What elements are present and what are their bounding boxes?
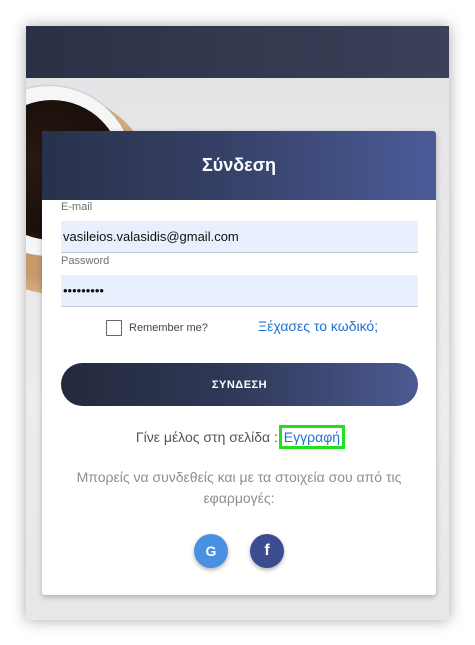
card-header: Σύνδεση xyxy=(42,131,436,200)
signup-link[interactable]: Εγγραφή xyxy=(278,425,346,449)
remember-label: Remember me? xyxy=(129,322,208,334)
google-icon: G xyxy=(205,543,217,559)
top-bar xyxy=(26,26,449,78)
facebook-icon: f xyxy=(264,542,270,559)
email-field[interactable] xyxy=(61,221,418,253)
card-title: Σύνδεση xyxy=(201,155,277,175)
google-login-button[interactable]: G xyxy=(194,534,228,568)
signup-text: Γίνε μέλος στη σελίδα : xyxy=(135,429,282,445)
password-field[interactable] xyxy=(61,275,418,307)
password-label: Password xyxy=(61,255,110,267)
signup-prompt: Γίνε μέλος στη σελίδα : Εγγραφή xyxy=(42,425,436,449)
login-button[interactable]: ΣΥΝΔΕΣΗ xyxy=(61,363,418,406)
remember-me[interactable]: Remember me? xyxy=(106,320,208,336)
login-card: Σύνδεση E-mail Password Remember me? Ξέχ… xyxy=(42,131,436,595)
email-label: E-mail xyxy=(61,201,93,213)
facebook-login-button[interactable]: f xyxy=(250,534,284,568)
browser-window: Σύνδεση E-mail Password Remember me? Ξέχ… xyxy=(26,26,449,620)
forgot-password-link[interactable]: Ξέχασες το κωδικό; xyxy=(258,318,378,334)
social-login-text: Μπορείς να συνδεθείς και με τα στοιχεία … xyxy=(76,469,402,506)
remember-checkbox[interactable] xyxy=(106,320,122,336)
